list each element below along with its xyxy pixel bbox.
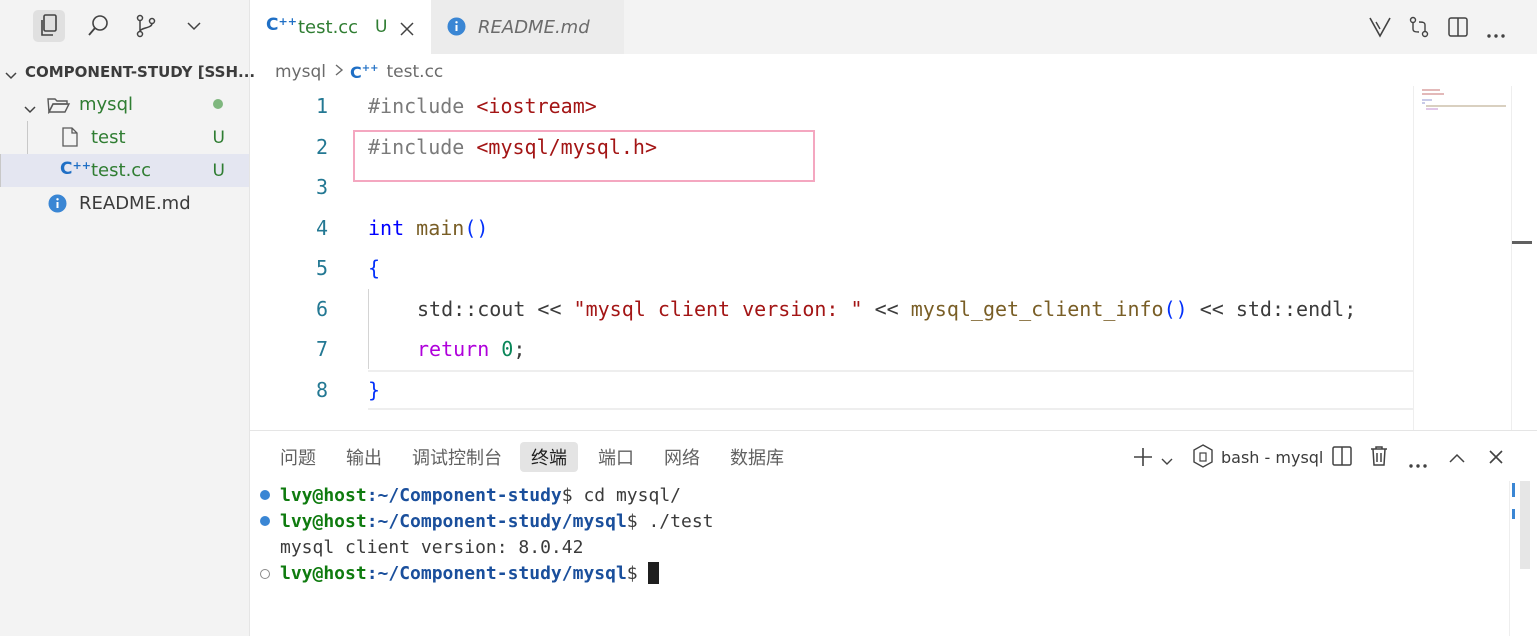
panel-tab-ports[interactable]: 端口	[587, 442, 645, 472]
source-control-icon[interactable]	[130, 10, 162, 42]
tree-indent-guide	[0, 154, 1, 187]
tab-readme[interactable]: README.md	[431, 0, 624, 54]
line-number: 5	[315, 256, 328, 280]
terminal-scrollbar[interactable]	[1509, 481, 1532, 636]
code-line-8: 8 }	[250, 370, 1410, 410]
terminal-line: lvy@host:~/Component-study/mysql $ ./test	[280, 510, 714, 532]
split-editor-icon[interactable]	[1447, 16, 1469, 42]
panel-tab-terminal[interactable]: 终端	[520, 442, 578, 472]
explorer-sidebar: COMPONENT-STUDY [SSH... mysql test U C++…	[0, 0, 255, 636]
explorer-root[interactable]: COMPONENT-STUDY [SSH...	[0, 55, 255, 88]
modified-dot	[213, 99, 223, 109]
untracked-badge: U	[212, 127, 225, 148]
chevron-right-icon	[334, 62, 344, 82]
info-icon	[447, 17, 466, 41]
editor-scrollbar[interactable]	[1511, 86, 1532, 430]
scroll-position-marker	[1512, 241, 1532, 244]
code-line-6: 6 std::cout << "mysql client version: " …	[250, 289, 1410, 329]
tree-item-mysql[interactable]: mysql	[0, 88, 249, 121]
highlight-box	[353, 130, 815, 182]
code-line-5: 5 {	[250, 248, 1410, 288]
code-line-4: 4 int main()	[250, 208, 1410, 248]
chevron-down-icon	[23, 99, 37, 120]
minimap[interactable]	[1413, 86, 1512, 430]
chevron-up-icon[interactable]	[1448, 449, 1466, 468]
breadcrumb-folder[interactable]: mysql	[275, 62, 326, 82]
chevron-down-icon[interactable]	[1160, 452, 1174, 471]
editor-tab-bar: C++ test.cc U README.md	[250, 0, 1537, 54]
panel-tab-problems[interactable]: 问题	[269, 442, 327, 472]
panel-tab-output[interactable]: 输出	[335, 442, 393, 472]
terminal-output: mysql client version: 8.0.42	[280, 536, 584, 558]
terminal-name[interactable]: bash - mysql	[1221, 445, 1323, 469]
tab-label: README.md	[478, 16, 590, 38]
close-icon[interactable]	[400, 20, 414, 41]
current-line-border-bottom	[368, 408, 1413, 410]
compare-changes-icon[interactable]	[1407, 15, 1431, 43]
command-success-dot	[260, 516, 270, 526]
tree-item-label: README.md	[79, 193, 191, 214]
current-line-border-top	[368, 370, 1413, 372]
panel-tab-debug-console[interactable]: 调试控制台	[401, 442, 513, 472]
more-actions-icon[interactable]	[1486, 24, 1506, 43]
search-icon[interactable]	[82, 10, 114, 42]
line-number: 8	[315, 378, 328, 402]
cpp-file-icon: C++	[60, 159, 91, 179]
code-line-1: 1 #include <iostream>	[250, 86, 1410, 126]
split-terminal-icon[interactable]	[1332, 446, 1352, 470]
tree-item-readme[interactable]: README.md	[0, 187, 249, 220]
folder-open-icon	[47, 96, 71, 119]
command-pending-dot	[260, 569, 270, 579]
command-success-dot	[260, 490, 270, 500]
scroll-thumb[interactable]	[1520, 481, 1530, 569]
line-number: 2	[315, 135, 328, 159]
cpp-file-icon: C++	[266, 15, 297, 35]
explorer-root-label: COMPONENT-STUDY [SSH...	[25, 62, 256, 81]
info-icon	[48, 194, 67, 218]
line-number: 4	[315, 216, 328, 240]
filter-icon[interactable]	[1368, 16, 1392, 42]
tab-label: test.cc	[298, 16, 359, 38]
chevron-down-icon[interactable]	[178, 10, 210, 42]
trash-icon[interactable]	[1369, 445, 1389, 471]
terminal-line: lvy@host:~/Component-study $ cd mysql/	[280, 484, 681, 506]
close-icon[interactable]	[1489, 449, 1503, 468]
panel-tab-network[interactable]: 网络	[653, 442, 711, 472]
terminal-cursor	[648, 562, 660, 584]
panel-tab-database[interactable]: 数据库	[719, 442, 795, 472]
line-number: 3	[315, 175, 328, 199]
tree-item-label: test	[91, 127, 126, 148]
more-actions-icon[interactable]	[1408, 454, 1428, 473]
untracked-badge: U	[212, 160, 225, 181]
code-line-7: 7 return 0;	[250, 329, 1410, 369]
line-number: 7	[315, 337, 328, 361]
tree-item-test[interactable]: test U	[0, 121, 249, 187]
tree-item-test-cc[interactable]: C++ test.cc U	[0, 154, 249, 187]
tab-test-cc[interactable]: C++ test.cc U	[250, 0, 431, 54]
line-number: 6	[315, 297, 328, 321]
file-icon	[62, 127, 78, 152]
untracked-badge: U	[375, 17, 388, 37]
tree-item-label: mysql	[79, 94, 133, 115]
terminal-shell-icon	[1192, 444, 1214, 472]
tree-item-label: test.cc	[91, 160, 152, 181]
indent-guide	[368, 289, 369, 369]
breadcrumb: mysql C++ test.cc	[275, 59, 443, 85]
chevron-down-icon	[4, 65, 18, 86]
breadcrumb-file[interactable]: test.cc	[387, 62, 444, 82]
line-number: 1	[315, 94, 328, 118]
new-terminal-icon[interactable]	[1132, 446, 1154, 472]
cpp-file-icon: C++	[350, 62, 379, 82]
terminal-line: lvy@host:~/Component-study/mysql $	[280, 560, 660, 586]
explorer-icon[interactable]	[33, 10, 65, 42]
